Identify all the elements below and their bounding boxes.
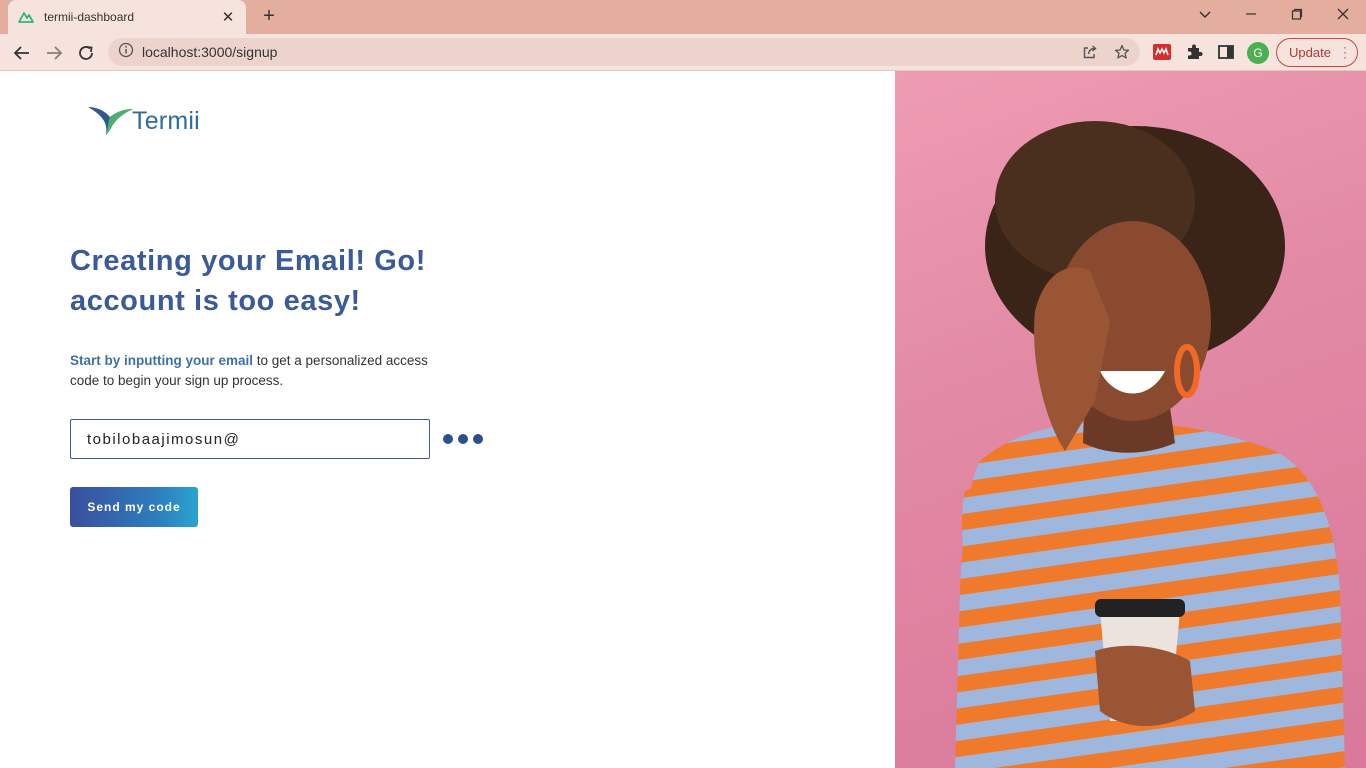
share-icon[interactable] [1082, 44, 1098, 60]
forward-arrow-icon[interactable] [42, 41, 66, 65]
site-info-icon[interactable] [118, 42, 134, 63]
minimize-icon[interactable] [1240, 6, 1262, 28]
back-arrow-icon[interactable] [10, 41, 34, 65]
termii-logo[interactable]: Termii [86, 104, 200, 138]
nuxt-favicon-icon [18, 9, 34, 25]
send-code-button[interactable]: Send my code [70, 487, 198, 527]
new-tab-icon[interactable]: + [258, 6, 280, 28]
loading-dot [458, 434, 468, 444]
mendeley-extension-icon[interactable] [1152, 42, 1172, 62]
email-input[interactable] [70, 419, 430, 459]
address-bar[interactable]: localhost:3000/signup [108, 38, 1140, 66]
hero-image-panel [895, 71, 1366, 768]
laughing-woman-photo [955, 121, 1345, 768]
restore-icon[interactable] [1286, 6, 1308, 28]
signup-page: Termii Creating your Email! Go! account … [0, 71, 1366, 768]
loading-dots [443, 434, 483, 444]
instructions-highlight: Start by inputting your email [70, 353, 254, 368]
close-window-icon[interactable] [1332, 6, 1354, 28]
url-text: localhost:3000/signup [142, 44, 278, 60]
instructions-text: Start by inputting your email to get a p… [70, 351, 430, 391]
browser-tab[interactable]: termii-dashboard ✕ [8, 0, 246, 34]
update-label: Update [1289, 45, 1331, 60]
signup-form-panel: Termii Creating your Email! Go! account … [0, 71, 895, 768]
browser-tabbar: termii-dashboard ✕ + [0, 0, 1366, 34]
update-button[interactable]: Update · · · [1276, 38, 1358, 67]
page-heading: Creating your Email! Go! account is too … [70, 245, 426, 317]
extensions-puzzle-icon[interactable] [1184, 42, 1204, 62]
more-menu-icon[interactable]: · · · [1343, 41, 1347, 63]
tab-title: termii-dashboard [44, 10, 135, 24]
bookmark-star-icon[interactable] [1114, 44, 1130, 60]
reload-icon[interactable] [74, 41, 98, 65]
side-panel-icon[interactable] [1216, 42, 1236, 62]
tab-search-chevron-icon[interactable] [1194, 6, 1216, 28]
logo-text: Termii [132, 106, 200, 135]
loading-dot [443, 434, 453, 444]
loading-dot [473, 434, 483, 444]
termii-bird-icon [88, 107, 133, 135]
tab-close-icon[interactable]: ✕ [220, 8, 236, 26]
browser-toolbar: localhost:3000/signup G Update · · · [0, 34, 1366, 71]
profile-avatar[interactable]: G [1247, 42, 1269, 64]
